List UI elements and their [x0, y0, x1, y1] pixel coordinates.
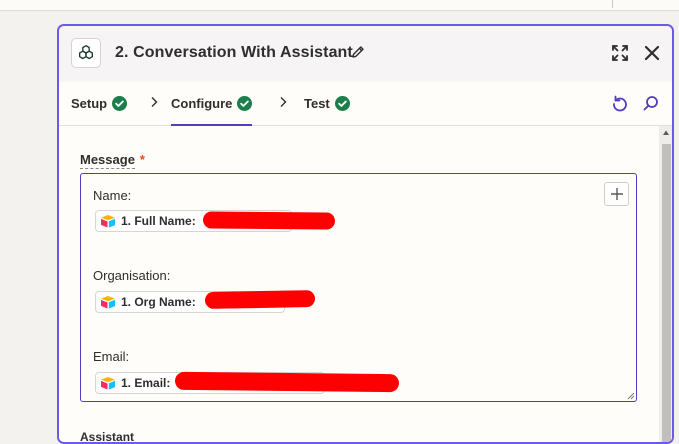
openai-logo-icon	[71, 38, 101, 68]
step-editor-panel: 2. Conversation With Assistant Setup Con…	[57, 24, 674, 444]
check-circle-icon	[237, 96, 253, 111]
check-circle-icon	[112, 96, 128, 111]
step-name: Conversation With Assistant	[133, 44, 353, 61]
data-pill-label: 1. Org Name:	[121, 295, 196, 309]
insert-data-button[interactable]	[604, 182, 629, 206]
message-line-label: Name:	[93, 188, 132, 203]
resize-handle-icon[interactable]	[627, 392, 635, 400]
refresh-icon[interactable]	[611, 94, 629, 112]
tab-configure-label: Configure	[171, 96, 233, 111]
message-input[interactable]: Name: 1. Full Name: Organisation: 1. Org	[80, 173, 637, 402]
scrollbar-thumb[interactable]	[662, 144, 671, 442]
message-field-label: Message *	[80, 152, 145, 169]
message-label-text: Message	[80, 152, 135, 169]
check-circle-icon	[334, 96, 350, 111]
scroll-up-arrow-icon[interactable]	[662, 129, 670, 137]
configure-form: Message * Name: 1. Full Name: Organisatio…	[59, 126, 672, 442]
tab-test-label: Test	[304, 96, 330, 111]
airtable-logo-icon	[101, 296, 115, 309]
redaction-mark	[202, 211, 336, 230]
redaction-mark	[204, 290, 316, 309]
expand-icon[interactable]	[610, 43, 630, 63]
tab-configure[interactable]: Configure	[171, 82, 253, 126]
message-line-label: Email:	[93, 349, 130, 364]
close-icon[interactable]	[642, 43, 662, 63]
message-line-label: Organisation:	[93, 268, 171, 283]
data-pill-label: 1. Email:	[121, 376, 171, 390]
plus-icon	[610, 188, 623, 200]
next-field-label: Assistant	[80, 430, 135, 444]
tab-setup-label: Setup	[71, 96, 108, 111]
chevron-right-icon	[280, 97, 287, 107]
top-toolbar-edge	[0, 0, 679, 11]
airtable-logo-icon	[101, 377, 115, 390]
chevron-right-icon	[151, 97, 158, 107]
tab-setup[interactable]: Setup	[71, 82, 128, 125]
toolbar-divider	[612, 0, 613, 8]
step-number: 2.	[115, 44, 129, 61]
panel-header: 2. Conversation With Assistant	[59, 26, 672, 82]
redaction-mark	[174, 371, 400, 393]
required-asterisk: *	[139, 152, 145, 167]
search-icon[interactable]	[642, 94, 660, 112]
airtable-logo-icon	[101, 215, 115, 228]
tab-test[interactable]: Test	[304, 82, 350, 125]
pencil-icon[interactable]	[351, 45, 365, 59]
data-pill-label: 1. Full Name:	[121, 214, 196, 228]
step-title: 2. Conversation With Assistant	[115, 44, 353, 62]
step-tabs: Setup Configure Test	[59, 82, 672, 126]
